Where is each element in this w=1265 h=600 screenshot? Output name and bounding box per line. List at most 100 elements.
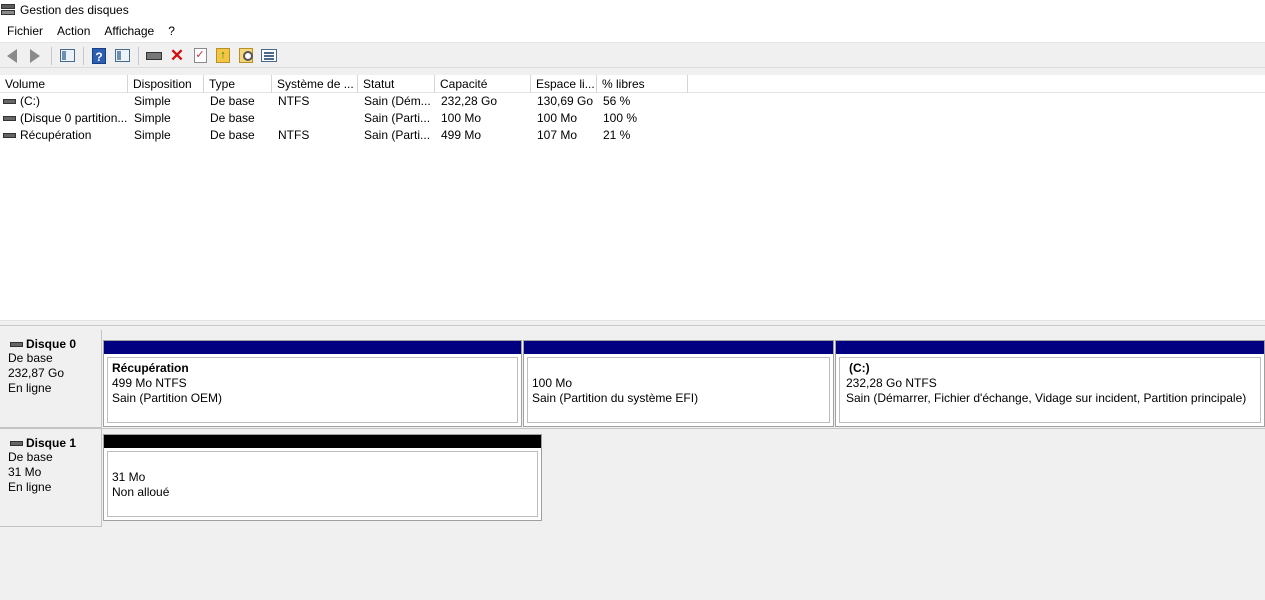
capacity-cell: 100 Mo: [441, 111, 482, 125]
toolbar-separator: [83, 46, 84, 65]
explore-button[interactable]: [236, 46, 256, 66]
console-tree-icon: [59, 49, 75, 62]
menu-fichier[interactable]: Fichier: [0, 24, 50, 38]
disk-label-1[interactable]: Disque 1 De base 31 Mo En ligne: [0, 429, 102, 527]
forward-arrow-icon: [30, 48, 40, 63]
table-row[interactable]: (C:) Simple De base NTFS Sain (Dém... 23…: [0, 93, 1265, 110]
partition-name: Récupération: [112, 361, 189, 375]
volume-cell: Récupération: [0, 127, 128, 144]
open-folder-button[interactable]: ↑: [213, 46, 233, 66]
partition-body: (C:) 232,28 Go NTFS Sain (Démarrer, Fich…: [839, 357, 1261, 423]
disk-name: Disque 1: [10, 436, 101, 450]
window-title: Gestion des disques: [20, 3, 129, 17]
capacity-cell: 499 Mo: [441, 128, 482, 142]
type-cell: De base: [210, 94, 255, 108]
disk-management-app-icon: [1, 4, 15, 16]
partition-bar: [104, 435, 541, 448]
column-header-type[interactable]: Type: [204, 75, 272, 93]
delete-button[interactable]: ✕: [167, 46, 187, 66]
partition-size: 31 Mo: [112, 470, 146, 484]
partition-size: 499 Mo NTFS: [112, 376, 187, 390]
partition-status: Sain (Partition du système EFI): [532, 391, 699, 405]
disk-size: 232,87 Go: [8, 366, 65, 380]
column-header-free-space[interactable]: Espace li...: [531, 75, 597, 93]
forward-button[interactable]: [25, 46, 45, 66]
help-button[interactable]: ?: [89, 46, 109, 66]
partition-c[interactable]: (C:) 232,28 Go NTFS Sain (Démarrer, Fich…: [835, 340, 1265, 427]
show-hide-console-tree-button[interactable]: [57, 46, 77, 66]
volume-cell: (C:): [0, 93, 128, 110]
percent-free-cell: 100 %: [603, 111, 638, 125]
disk-map: Disque 0 De base 232,87 Go En ligne Récu…: [0, 326, 1265, 600]
search-icon: [239, 48, 253, 63]
partition-body: Récupération 499 Mo NTFS Sain (Partition…: [107, 357, 518, 423]
partition-status: Sain (Partition OEM): [112, 391, 223, 405]
folder-up-icon: ↑: [216, 48, 230, 63]
disk-state: En ligne: [8, 480, 52, 494]
toolbar-separator: [51, 46, 52, 65]
partition-name: [532, 361, 825, 376]
disk-size: 31 Mo: [8, 465, 42, 479]
partition-size: 100 Mo: [532, 376, 573, 390]
disposition-cell: Simple: [134, 111, 171, 125]
disk-icon: [146, 51, 162, 60]
column-header-capacity[interactable]: Capacité: [435, 75, 531, 93]
column-header-percent-free[interactable]: % libres: [597, 75, 688, 93]
status-cell: Sain (Parti...: [364, 111, 431, 125]
list-view-button[interactable]: [259, 46, 279, 66]
volume-list: Volume Disposition Type Système de ... S…: [0, 75, 1265, 320]
menu-affichage[interactable]: Affichage: [97, 24, 161, 38]
help-icon: ?: [92, 47, 106, 64]
disk-label-0[interactable]: Disque 0 De base 232,87 Go En ligne: [0, 330, 102, 428]
partition-recovery[interactable]: Récupération 499 Mo NTFS Sain (Partition…: [103, 340, 522, 427]
percent-free-cell: 56 %: [603, 94, 631, 108]
partition-status: Sain (Démarrer, Fichier d'échange, Vidag…: [846, 391, 1247, 405]
volume-list-header: Volume Disposition Type Système de ... S…: [0, 75, 1265, 93]
column-header-volume[interactable]: Volume: [0, 75, 128, 93]
disposition-cell: Simple: [134, 128, 171, 142]
list-icon: [261, 49, 277, 62]
back-arrow-icon: [7, 48, 17, 63]
partition-size: 232,28 Go NTFS: [846, 376, 937, 390]
check-icon: ✓: [193, 48, 207, 63]
properties-button[interactable]: [112, 46, 132, 66]
status-cell: Sain (Parti...: [364, 128, 431, 142]
back-button[interactable]: [2, 46, 22, 66]
type-cell: De base: [210, 128, 255, 142]
partition-bar: [836, 341, 1264, 354]
partition-unallocated[interactable]: 31 Mo Non alloué: [103, 434, 542, 521]
type-cell: De base: [210, 111, 255, 125]
title-bar: Gestion des disques: [0, 0, 1265, 20]
status-cell: Sain (Dém...: [364, 94, 431, 108]
disposition-cell: Simple: [134, 94, 171, 108]
column-header-status[interactable]: Statut: [358, 75, 435, 93]
table-row[interactable]: Récupération Simple De base NTFS Sain (P…: [0, 127, 1265, 144]
menu-action[interactable]: Action: [50, 24, 97, 38]
delete-icon: ✕: [169, 45, 185, 65]
connect-disk-button[interactable]: [144, 46, 164, 66]
partition-bar: [104, 341, 521, 354]
disk-row-0: Disque 0 De base 232,87 Go En ligne Récu…: [0, 330, 1265, 428]
disk-name-text: Disque 1: [26, 436, 77, 450]
partition-name: [112, 455, 533, 470]
disk-row-1: Disque 1 De base 31 Mo En ligne 31 Mo No…: [0, 429, 1265, 527]
volume-name: Récupération: [20, 128, 92, 142]
partition-efi[interactable]: 100 Mo Sain (Partition du système EFI): [523, 340, 834, 427]
table-row[interactable]: (Disque 0 partition... Simple De base Sa…: [0, 110, 1265, 127]
volume-name: (Disque 0 partition...: [20, 111, 128, 125]
partition-body: 100 Mo Sain (Partition du système EFI): [527, 357, 830, 423]
percent-free-cell: 21 %: [603, 128, 631, 142]
volume-icon: [3, 116, 16, 121]
disk-type: De base: [8, 450, 53, 464]
disk-state: En ligne: [8, 381, 52, 395]
partition-status: Non alloué: [112, 485, 170, 499]
capacity-cell: 232,28 Go: [441, 94, 498, 108]
free-space-cell: 107 Mo: [537, 128, 578, 142]
column-header-file-system[interactable]: Système de ...: [272, 75, 358, 93]
check-button[interactable]: ✓: [190, 46, 210, 66]
menu-help[interactable]: ?: [161, 24, 182, 38]
toolbar-separator: [138, 46, 139, 65]
column-header-disposition[interactable]: Disposition: [128, 75, 204, 93]
menu-bar: Fichier Action Affichage ?: [0, 20, 1265, 43]
disk-name: Disque 0: [10, 337, 101, 351]
